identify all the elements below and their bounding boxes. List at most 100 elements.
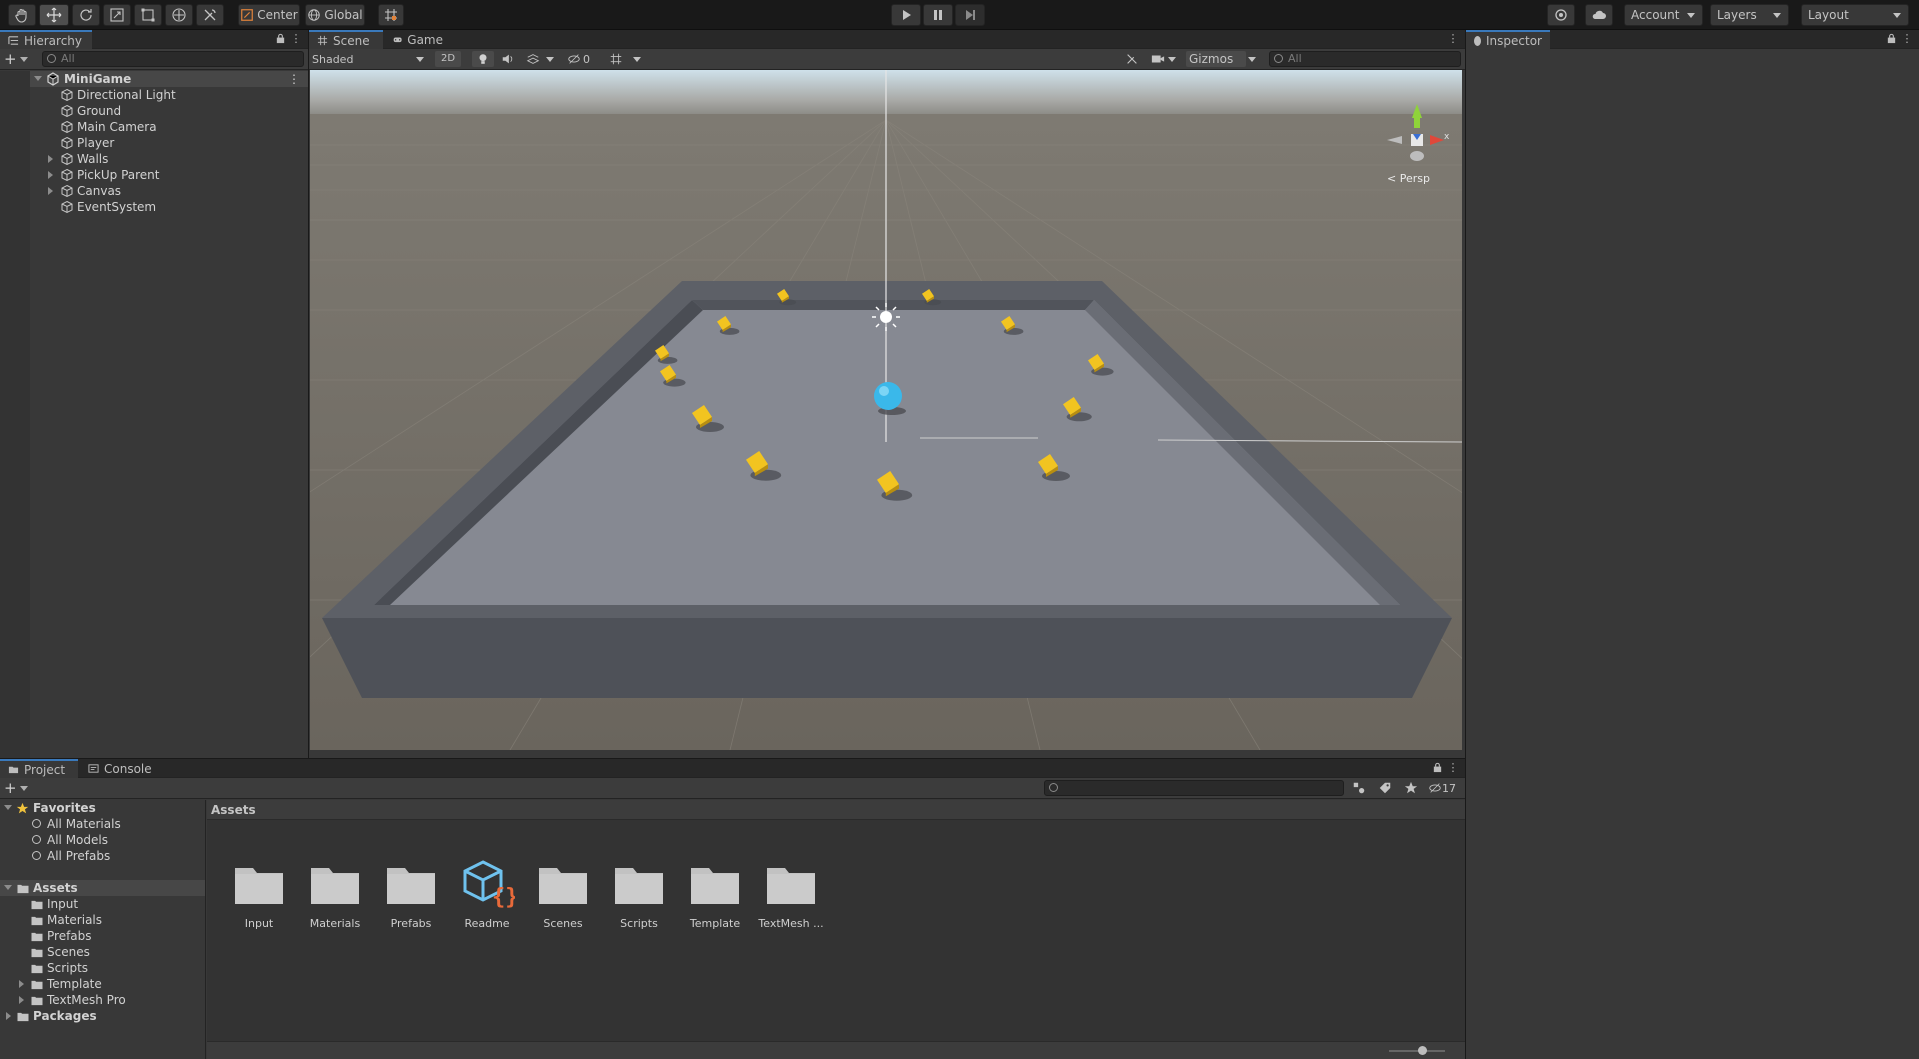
- expand-arrow-icon[interactable]: [34, 76, 42, 81]
- panel-menu-icon[interactable]: ⋮: [1447, 762, 1459, 774]
- expand-arrow-icon[interactable]: [6, 1012, 11, 1020]
- transform-tool-button[interactable]: [165, 4, 193, 26]
- rotate-tool-button[interactable]: [72, 4, 100, 26]
- asset-grid-item[interactable]: Materials: [297, 850, 373, 930]
- expand-arrow-icon[interactable]: [48, 187, 53, 195]
- expand-arrow-icon[interactable]: [4, 805, 12, 810]
- favorites-item[interactable]: All Materials: [0, 816, 205, 832]
- expand-arrow-icon[interactable]: [19, 996, 24, 1004]
- pivot-label: Center: [257, 8, 298, 22]
- asset-grid-item[interactable]: TextMesh ...: [753, 850, 829, 930]
- hidden-objects-toggle[interactable]: 0: [565, 51, 603, 67]
- hidden-packages-toggle[interactable]: 17: [1428, 780, 1462, 796]
- favorites-item[interactable]: All Prefabs: [0, 848, 205, 864]
- tab-project[interactable]: Project: [0, 759, 78, 778]
- hierarchy-item[interactable]: EventSystem: [0, 199, 308, 215]
- assets-tree-item[interactable]: Template: [0, 976, 205, 992]
- hierarchy-item[interactable]: Directional Light: [0, 87, 308, 103]
- packages-row[interactable]: Packages: [0, 1008, 205, 1024]
- 2d-toggle[interactable]: 2D: [435, 51, 461, 67]
- breadcrumb[interactable]: Assets: [207, 800, 1465, 820]
- effects-dropdown[interactable]: [522, 51, 558, 67]
- grid-snap-button[interactable]: [378, 4, 404, 26]
- assets-tree-item[interactable]: Scripts: [0, 960, 205, 976]
- hierarchy-item[interactable]: Player: [0, 135, 308, 151]
- gizmos-button[interactable]: Gizmos: [1186, 51, 1246, 67]
- create-dropdown-button[interactable]: +: [4, 51, 28, 67]
- panel-menu-icon[interactable]: ⋮: [1447, 33, 1459, 45]
- play-button[interactable]: [891, 4, 921, 26]
- scene-menu-icon[interactable]: ⋮: [288, 72, 300, 86]
- lock-icon[interactable]: [274, 33, 286, 45]
- assets-tree-item[interactable]: TextMesh Pro: [0, 992, 205, 1008]
- assets-tree-item[interactable]: Prefabs: [0, 928, 205, 944]
- hierarchy-item[interactable]: Main Camera: [0, 119, 308, 135]
- account-dropdown[interactable]: Account: [1624, 4, 1703, 26]
- icon-size-slider[interactable]: [1389, 1050, 1445, 1052]
- cloud-button[interactable]: [1585, 4, 1613, 26]
- hand-tool-button[interactable]: [8, 4, 36, 26]
- gizmos-dropdown[interactable]: [1246, 51, 1260, 67]
- audio-toggle[interactable]: [497, 51, 519, 67]
- hierarchy-item[interactable]: Walls: [0, 151, 308, 167]
- assets-root-row[interactable]: Assets: [0, 880, 205, 896]
- layers-dropdown[interactable]: Layers: [1710, 4, 1789, 26]
- favorites-toggle[interactable]: [1402, 780, 1420, 796]
- favorites-row[interactable]: Favorites: [0, 800, 205, 816]
- search-by-label-button[interactable]: [1376, 780, 1394, 796]
- camera-dropdown[interactable]: [1147, 51, 1183, 67]
- orientation-gizmo[interactable]: x: [1382, 100, 1452, 170]
- favorites-item[interactable]: All Models: [0, 832, 205, 848]
- asset-grid-item[interactable]: Input: [221, 850, 297, 930]
- scene-search-input[interactable]: All: [1269, 51, 1461, 67]
- hierarchy-item[interactable]: Canvas: [0, 183, 308, 199]
- hierarchy-item[interactable]: PickUp Parent: [0, 167, 308, 183]
- tab-inspector[interactable]: Inspector: [1466, 30, 1550, 49]
- tools-icon: [204, 9, 216, 21]
- tab-game[interactable]: Game: [385, 30, 451, 49]
- asset-grid-item[interactable]: Template: [677, 850, 753, 930]
- lighting-toggle[interactable]: [472, 51, 494, 67]
- step-button[interactable]: [955, 4, 985, 26]
- asset-grid-item-label: Input: [244, 917, 274, 930]
- hierarchy-item[interactable]: Ground: [0, 103, 308, 119]
- scene-root-row[interactable]: MiniGame ⋮: [0, 71, 308, 87]
- projection-toggle[interactable]: < Persp: [1387, 172, 1430, 185]
- asset-grid-item[interactable]: {} Readme: [449, 850, 525, 930]
- expand-arrow-icon[interactable]: [48, 171, 53, 179]
- assets-tree-item[interactable]: Scenes: [0, 944, 205, 960]
- draw-mode-dropdown[interactable]: Shaded: [312, 51, 428, 67]
- tools-toggle[interactable]: [1121, 51, 1143, 67]
- hierarchy-search-input[interactable]: All: [42, 51, 304, 67]
- grid-visibility-dropdown[interactable]: [607, 51, 643, 67]
- asset-grid-item[interactable]: Scripts: [601, 850, 677, 930]
- tab-hierarchy[interactable]: Hierarchy: [0, 30, 92, 49]
- scale-tool-button[interactable]: [103, 4, 131, 26]
- custom-tool-button[interactable]: [196, 4, 224, 26]
- project-search-input[interactable]: [1044, 780, 1344, 796]
- icon-size-slider-thumb[interactable]: [1418, 1046, 1427, 1055]
- lock-icon[interactable]: [1885, 33, 1897, 45]
- pause-button[interactable]: [923, 4, 953, 26]
- pivot-mode-toggle[interactable]: Center: [238, 4, 300, 26]
- expand-arrow-icon[interactable]: [48, 155, 53, 163]
- scene-viewport[interactable]: x < Persp: [310, 70, 1462, 750]
- pivot-rotation-toggle[interactable]: Global: [305, 4, 365, 26]
- asset-grid-item[interactable]: Scenes: [525, 850, 601, 930]
- assets-tree-item[interactable]: Input: [0, 896, 205, 912]
- tab-scene[interactable]: Scene: [309, 30, 383, 49]
- asset-grid-item[interactable]: Prefabs: [373, 850, 449, 930]
- move-tool-button[interactable]: [39, 4, 69, 26]
- rect-tool-button[interactable]: [134, 4, 162, 26]
- assets-tree-item[interactable]: Materials: [0, 912, 205, 928]
- expand-arrow-icon[interactable]: [4, 885, 12, 890]
- tab-console[interactable]: Console: [80, 759, 160, 778]
- create-dropdown-button[interactable]: +: [4, 780, 28, 796]
- collab-button[interactable]: [1547, 4, 1575, 26]
- panel-menu-icon[interactable]: ⋮: [1901, 33, 1913, 45]
- lock-icon[interactable]: [1431, 762, 1443, 774]
- expand-arrow-icon[interactable]: [19, 980, 24, 988]
- layout-dropdown[interactable]: Layout: [1801, 4, 1909, 26]
- search-by-type-button[interactable]: [1350, 780, 1368, 796]
- panel-menu-icon[interactable]: ⋮: [290, 33, 302, 45]
